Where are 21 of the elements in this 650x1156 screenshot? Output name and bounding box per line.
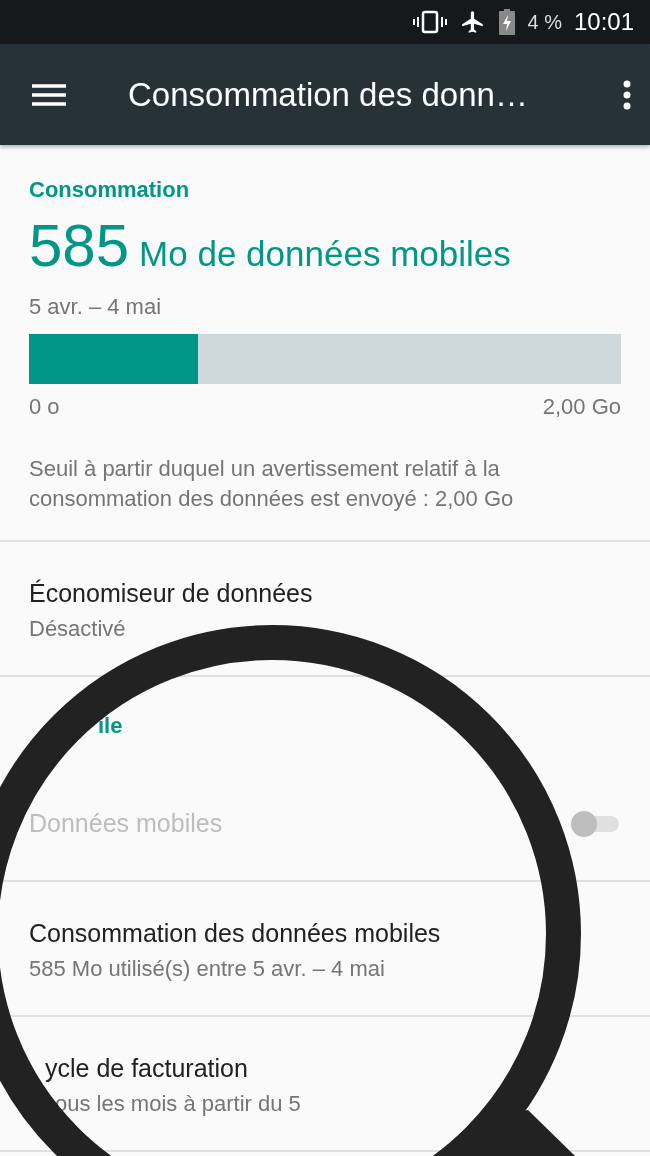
usage-amount: 585 — [29, 211, 130, 280]
bar-max-label: 2,00 Go — [542, 394, 621, 420]
warning-text: Seuil à partir duquel un avertissement relatif à la consommation des données est envoyé : 2,00 Go — [29, 455, 515, 513]
item-title: Consommation des données mobiles — [29, 919, 442, 948]
item-title: Économiseur de données — [29, 579, 314, 608]
section-header: ile — [98, 713, 124, 739]
item-title: ycle de facturation — [44, 1054, 249, 1083]
battery-percent: 4 % — [527, 10, 562, 34]
usage-period: 5 avr. – 4 mai — [29, 294, 163, 320]
section-header: Consommation — [29, 177, 191, 203]
item-summary: Désactivé — [29, 616, 127, 642]
clock-time: 10:01 — [573, 8, 634, 36]
vibrate-icon — [413, 10, 448, 34]
overflow-menu-icon[interactable] — [622, 79, 632, 110]
bar-min-label: 0 o — [29, 394, 60, 420]
item-summary: 585 Mo utilisé(s) entre 5 avr. – 4 mai — [29, 956, 386, 982]
battery-icon — [499, 9, 516, 35]
toolbar-title: Consommation des donn… — [128, 75, 529, 114]
item-title: Données mobiles — [29, 809, 224, 838]
usage-unit: Mo de données mobiles — [139, 234, 511, 274]
menu-icon[interactable] — [32, 82, 66, 107]
